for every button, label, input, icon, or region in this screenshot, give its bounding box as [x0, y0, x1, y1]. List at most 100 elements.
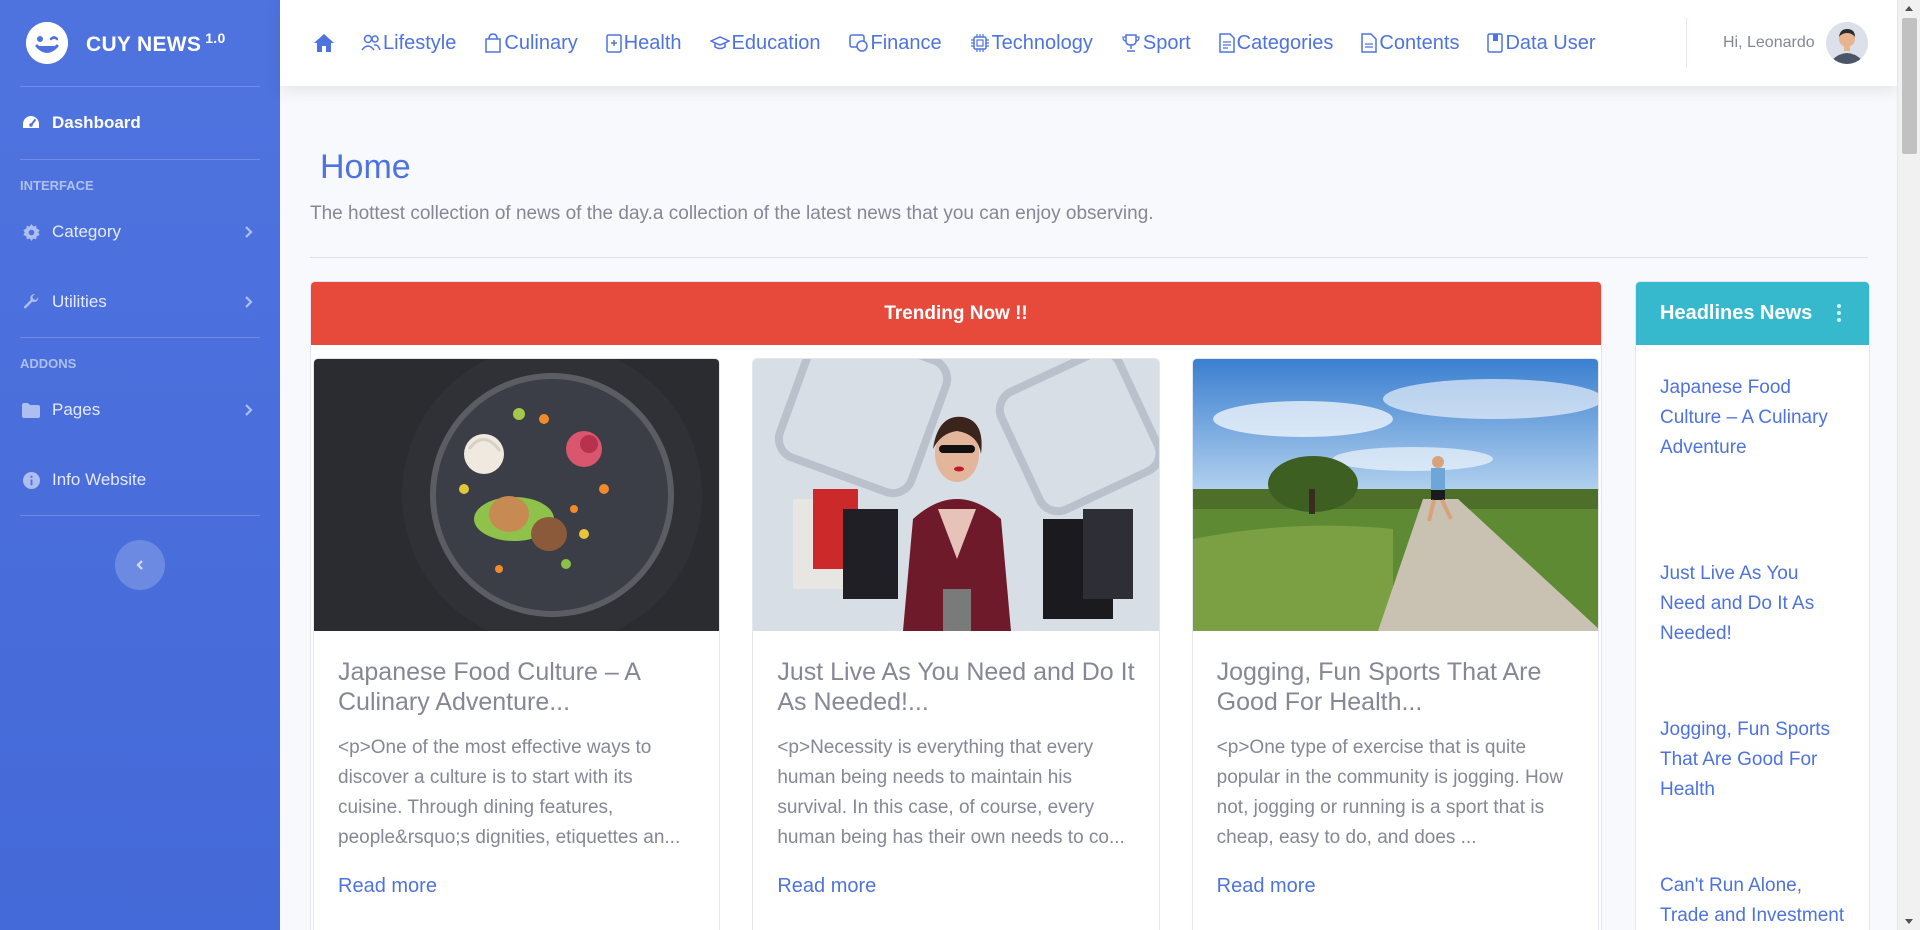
sidebar-heading: ADDONS — [20, 356, 77, 371]
page-title: Home — [320, 148, 411, 186]
news-image-shopping[interactable] — [753, 359, 1159, 631]
nav-culinary[interactable]: Culinary — [484, 31, 578, 55]
nav-label: Education — [731, 31, 821, 54]
nav-health[interactable]: Health — [605, 31, 682, 55]
nav-label: Data User — [1505, 31, 1596, 54]
home-link[interactable] — [314, 34, 336, 52]
folder-icon — [21, 400, 41, 420]
topbar: Lifestyle Culinary Health Education Fina… — [280, 0, 1897, 86]
sidebar-divider — [20, 337, 260, 338]
brand[interactable]: CUY NEWS 1.0 — [0, 0, 280, 86]
news-image-jogging[interactable] — [1192, 359, 1598, 631]
sidebar-heading: INTERFACE — [20, 178, 94, 193]
headlines-card: Headlines News Japanese Food Culture – A… — [1635, 281, 1870, 930]
news-excerpt: <p>One of the most effective ways to dis… — [338, 737, 681, 848]
sidebar-item-label: Dashboard — [52, 113, 141, 132]
headline-link[interactable]: Japanese Food Culture – A Culinary Adven… — [1660, 373, 1845, 463]
file-text-icon — [1218, 33, 1235, 53]
cpu-icon — [970, 34, 989, 52]
sidebar-divider — [20, 159, 260, 160]
sidebar-item-info-website[interactable]: Info Website — [0, 445, 280, 515]
user-greeting: Hi, Leonardo — [1723, 34, 1815, 51]
read-more-link[interactable]: Read more — [338, 875, 437, 898]
trophy-icon — [1122, 34, 1140, 52]
news-title[interactable]: Japanese Food Culture – A Culinary Adven… — [338, 657, 695, 717]
wink-face-icon — [26, 22, 68, 64]
graduation-cap-icon — [709, 36, 730, 50]
news-card: Japanese Food Culture – A Culinary Adven… — [313, 358, 721, 930]
page-scrollbar[interactable] — [1897, 0, 1920, 930]
headlines-title: Headlines News — [1660, 302, 1813, 324]
sidebar-item-utilities[interactable]: Utilities — [0, 267, 280, 337]
trending-list: Japanese Food Culture – A Culinary Adven… — [311, 345, 1601, 930]
info-circle-icon — [21, 470, 41, 490]
scroll-down-icon[interactable] — [1905, 919, 1913, 924]
headline-link[interactable]: Jogging, Fun Sports That Are Good For He… — [1660, 715, 1845, 805]
journal-icon — [1487, 33, 1504, 53]
news-image-food[interactable] — [314, 359, 720, 631]
sidebar-item-label: Utilities — [52, 292, 107, 311]
nav-label: Finance — [870, 31, 942, 54]
sidebar-item-label: Category — [52, 222, 121, 241]
nav-lifestyle[interactable]: Lifestyle — [361, 32, 456, 55]
nav-label: Categories — [1236, 31, 1334, 54]
content-divider — [310, 257, 1868, 258]
nav-contents[interactable]: Contents — [1361, 32, 1459, 55]
headlines-list: Japanese Food Culture – A Culinary Adven… — [1636, 345, 1869, 930]
top-menu: Lifestyle Culinary Health Education Fina… — [280, 0, 1623, 86]
sidebar: CUY NEWS 1.0 Dashboard INTERFACE Category… — [0, 0, 280, 930]
brand-version: 1.0 — [205, 29, 226, 46]
coin-icon — [848, 34, 868, 52]
clipboard-plus-icon — [605, 34, 622, 53]
scroll-thumb[interactable] — [1902, 18, 1917, 154]
sidebar-item-category[interactable]: Category — [0, 197, 280, 267]
chevron-right-icon — [245, 226, 253, 238]
sidebar-item-pages[interactable]: Pages — [0, 375, 280, 445]
nav-label: Lifestyle — [383, 31, 457, 54]
scroll-up-icon[interactable] — [1905, 6, 1913, 11]
nav-label: Technology — [991, 31, 1093, 54]
chevron-left-icon — [136, 560, 143, 570]
news-card: Just Live As You Need and Do It As Neede… — [752, 358, 1160, 930]
trending-header: Trending Now !! — [311, 282, 1601, 345]
news-excerpt: <p>Necessity is everything that every hu… — [777, 737, 1125, 848]
read-more-link[interactable]: Read more — [1217, 875, 1316, 898]
nav-sport[interactable]: Sport — [1121, 32, 1191, 55]
sidebar-divider — [20, 515, 260, 516]
cog-icon — [21, 222, 41, 242]
page-subtitle: The hottest collection of news of the da… — [310, 203, 1154, 224]
nav-label: Health — [623, 31, 682, 54]
news-title[interactable]: Just Live As You Need and Do It As Neede… — [777, 657, 1134, 717]
nav-label: Sport — [1142, 31, 1191, 54]
more-vertical-icon[interactable] — [1837, 304, 1841, 325]
nav-label: Culinary — [504, 31, 578, 54]
nav-categories[interactable]: Categories — [1218, 31, 1334, 55]
news-title[interactable]: Jogging, Fun Sports That Are Good For He… — [1217, 657, 1574, 717]
sidebar-item-label: Pages — [52, 400, 101, 419]
news-card: Jogging, Fun Sports That Are Good For He… — [1191, 358, 1599, 930]
chevron-right-icon — [245, 296, 253, 308]
file-icon — [1361, 33, 1378, 53]
main-content: Home The hottest collection of news of t… — [310, 86, 1870, 930]
brand-name: CUY NEWS — [86, 32, 202, 56]
home-icon — [314, 34, 334, 52]
news-excerpt: <p>One type of exercise that is quite po… — [1216, 737, 1564, 848]
chevron-right-icon — [245, 404, 253, 416]
topbar-divider — [1686, 18, 1687, 68]
trending-card: Trending Now !! Japanese Food Culture – … — [310, 281, 1602, 930]
sidebar-item-dashboard[interactable]: Dashboard — [0, 87, 280, 159]
headline-link[interactable]: Can't Run Alone, Trade and Investment Ne… — [1660, 871, 1845, 930]
nav-finance[interactable]: Finance — [848, 31, 942, 55]
tachometer-icon — [21, 113, 41, 133]
bag-icon — [485, 33, 502, 53]
sidebar-item-label: Info Website — [52, 470, 147, 489]
headlines-header: Headlines News — [1636, 282, 1869, 345]
nav-data-user[interactable]: Data User — [1487, 32, 1595, 55]
read-more-link[interactable]: Read more — [777, 875, 876, 898]
headline-link[interactable]: Just Live As You Need and Do It As Neede… — [1660, 559, 1845, 649]
nav-education[interactable]: Education — [709, 31, 821, 55]
nav-technology[interactable]: Technology — [970, 32, 1093, 55]
sidebar-toggle-button[interactable] — [115, 540, 165, 590]
user-dropdown[interactable]: Hi, Leonardo — [1723, 0, 1868, 86]
avatar — [1825, 22, 1868, 64]
